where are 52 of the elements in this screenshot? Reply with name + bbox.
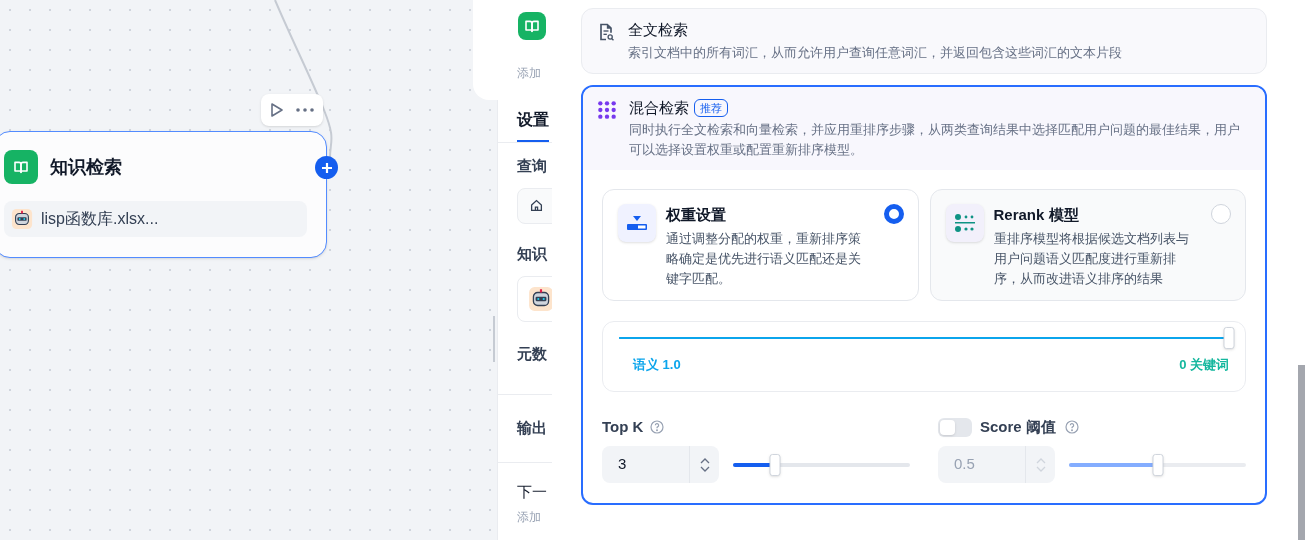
plus-icon xyxy=(320,161,333,174)
option-title: 权重设置 xyxy=(666,205,727,225)
retrieval-mode-card[interactable]: 全文检索 索引文档中的所有词汇，从而允许用户查询任意词汇，并返回包含这些词汇的文本片段 xyxy=(581,8,1267,74)
more-icon[interactable] xyxy=(296,108,314,112)
resize-handle[interactable] xyxy=(493,316,495,362)
number-input[interactable]: 3 xyxy=(602,446,719,483)
rerank-option-card[interactable]: 权重设置 通过调整分配的权重，重新排序策略确定是优先进行语义匹配还是关键字匹配。 xyxy=(602,189,919,301)
play-icon[interactable] xyxy=(270,102,284,118)
settings-tab[interactable]: 设置 xyxy=(517,108,549,142)
option-description: 重排序模型将根据候选文档列表与用户问题语义匹配度进行重新排序，从而改进语义排序的结果 xyxy=(993,230,1190,288)
scrollbar[interactable] xyxy=(1298,365,1305,540)
dot-grid-icon xyxy=(597,99,617,120)
rerank-icon xyxy=(945,204,984,242)
toggle-switch[interactable] xyxy=(938,417,972,437)
panel-hint: 添加 xyxy=(516,65,542,82)
robot-icon xyxy=(11,208,33,230)
book-icon xyxy=(518,12,546,40)
help-icon xyxy=(649,419,666,435)
section-label: 查询 xyxy=(517,156,548,176)
option-description: 通过调整分配的权重，重新排序策略确定是优先进行语义匹配还是关键字匹配。 xyxy=(666,230,862,288)
rerank-option-card[interactable]: Rerank 模型 重排序模型将根据候选文档列表与用户问题语义匹配度进行重新排序，从而改进语义排序的结果 xyxy=(929,189,1246,301)
book-icon xyxy=(4,150,38,184)
slider-handle[interactable] xyxy=(1152,453,1163,476)
keyword-weight-label: 0 关键词 xyxy=(1179,356,1229,374)
recommended-tag: 推荐 xyxy=(694,98,728,117)
section-label: 知识 xyxy=(517,244,548,264)
mode-description: 索引文档中的所有词汇，从而允许用户查询任意词汇，并返回包含这些词汇的文本片段 xyxy=(628,43,1122,62)
chevron-up-icon[interactable] xyxy=(699,457,710,464)
robot-icon xyxy=(528,285,552,312)
section-label: 元数 xyxy=(517,344,548,364)
help-icon xyxy=(1063,419,1080,435)
workflow-node[interactable]: 知识检索 lisp函数库.xlsx... xyxy=(0,131,327,258)
retrieval-mode-card[interactable] xyxy=(581,84,1267,505)
add-button[interactable] xyxy=(315,156,338,179)
chevron-down-icon[interactable] xyxy=(699,465,710,472)
top-k-label: Top K xyxy=(602,416,644,437)
mode-title: 全文检索 xyxy=(628,20,688,40)
slider-handle[interactable] xyxy=(1223,327,1235,349)
slider-handle[interactable] xyxy=(769,453,781,476)
knowledge-item: lisp函数库.xlsx... xyxy=(4,201,307,237)
home-icon xyxy=(530,199,543,212)
radio-button[interactable] xyxy=(883,204,904,224)
section-label: 下一 xyxy=(517,482,548,502)
section-hint: 添加 xyxy=(517,508,542,526)
semantic-weight-label: 语义 1.0 xyxy=(631,356,681,374)
score-threshold-label: Score 阈值 xyxy=(980,416,1056,437)
weight-icon xyxy=(618,204,656,242)
mode-description: 同时执行全文检索和向量检索，并应用重排序步骤，从两类查询结果中选择匹配用户问题的最佳结果，用户可以选择设置权重或配置重新排序模型。 xyxy=(629,121,1241,159)
option-title: Rerank 模型 xyxy=(993,205,1080,225)
node-title: 知识检索 xyxy=(50,155,122,179)
section-label: 输出 xyxy=(517,418,548,439)
mode-title: 混合检索 xyxy=(629,97,689,118)
